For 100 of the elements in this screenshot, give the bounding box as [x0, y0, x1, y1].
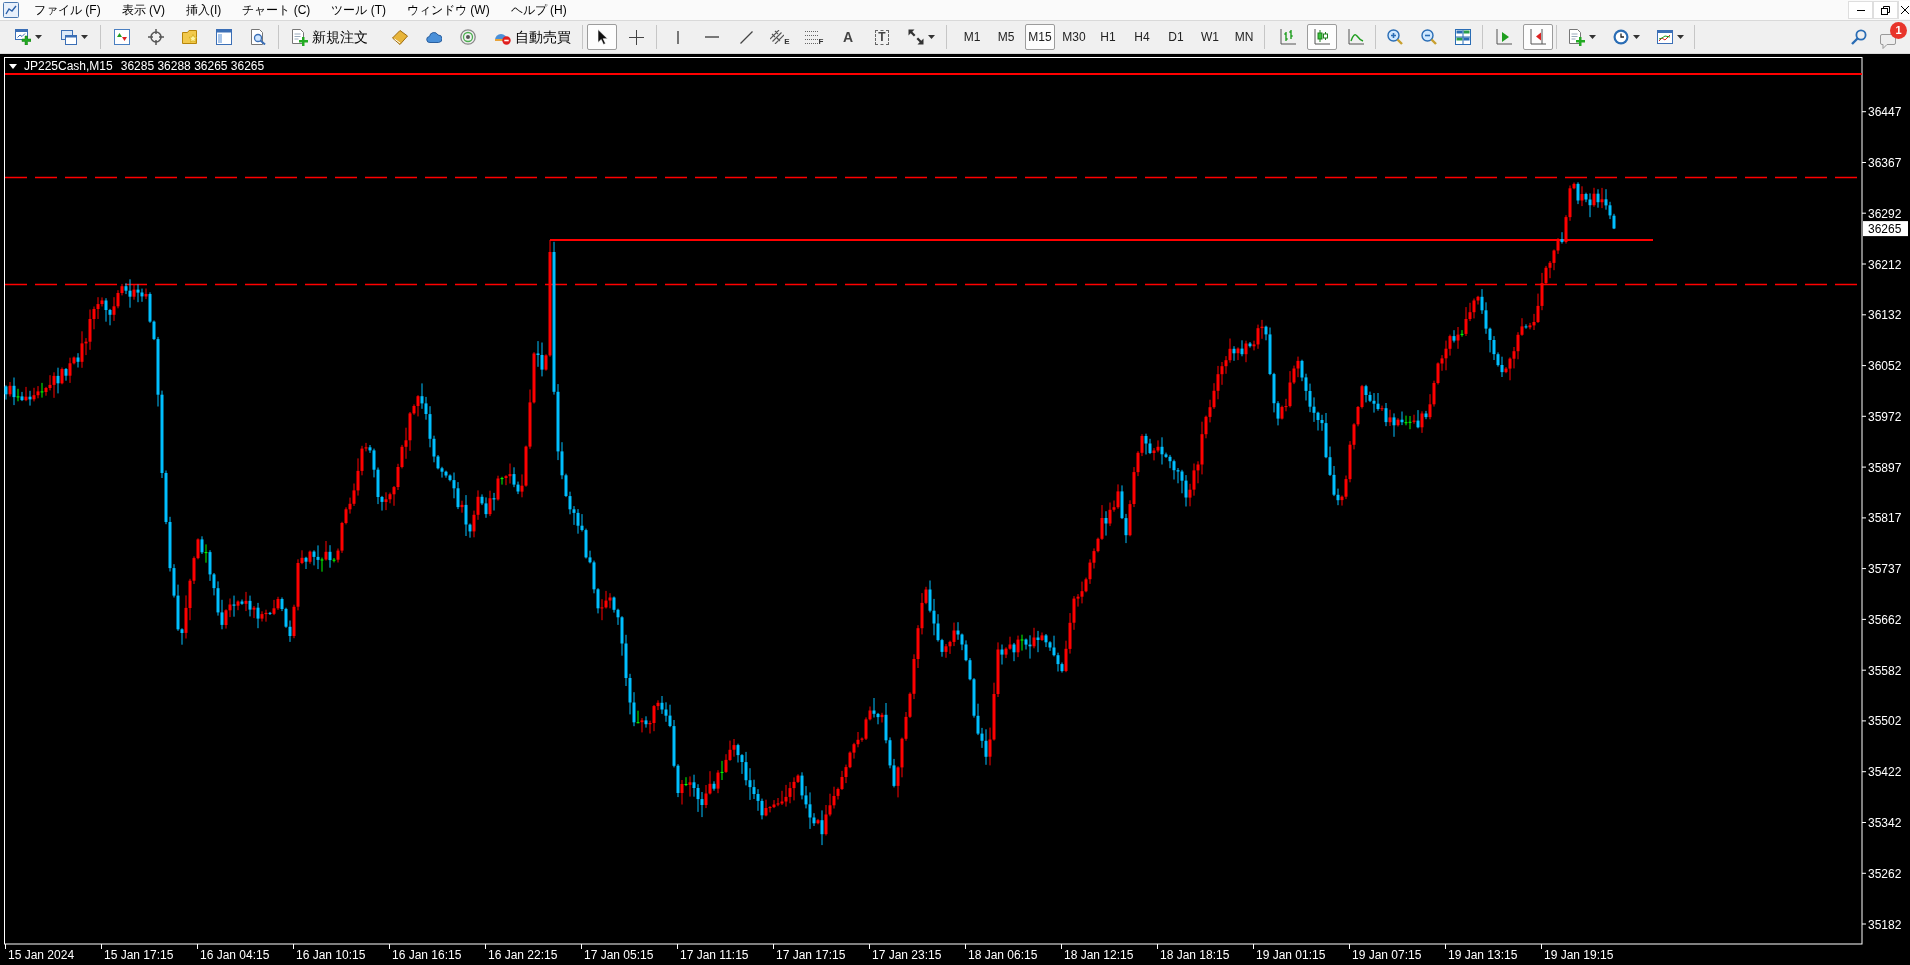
price-axis-label: 35972 — [1868, 409, 1902, 424]
new-order-button[interactable]: 新規注文 — [285, 24, 375, 50]
menu-item[interactable]: ファイル (F) — [25, 0, 110, 20]
menu-item[interactable]: 表示 (V) — [112, 0, 174, 20]
axis-tick — [773, 943, 774, 950]
price-axis-label: 36052 — [1868, 359, 1902, 374]
window-icon — [216, 29, 232, 45]
axis-tick — [1861, 212, 1867, 214]
axis-tick — [1445, 943, 1446, 950]
concentric-circles-icon — [460, 29, 476, 45]
price-axis-label: 35662 — [1868, 612, 1902, 627]
timeframe-button[interactable]: M1 — [957, 24, 987, 50]
cursor-icon — [596, 29, 608, 45]
axis-tick — [1541, 943, 1542, 950]
chart-symbol: JP225Cash,M15 — [24, 59, 113, 73]
axis-tick — [197, 943, 198, 950]
price-axis-label: 35737 — [1868, 562, 1902, 577]
chart-shift-button[interactable] — [1523, 24, 1553, 50]
restore-button[interactable] — [1873, 1, 1898, 19]
axis-tick — [1861, 162, 1867, 163]
caret-icon — [9, 63, 17, 69]
diagonal-line-icon — [739, 30, 753, 44]
time-axis-label: 17 Jan 05:15 — [584, 948, 654, 962]
axis-tick — [1861, 314, 1867, 316]
magnifier-document-icon — [250, 29, 266, 45]
menu-item[interactable]: 挿入(I) — [177, 0, 231, 20]
time-axis-label: 15 Jan 2024 — [8, 948, 75, 962]
current-price-label: 36265 — [1863, 221, 1908, 237]
timeframe-button[interactable]: H1 — [1093, 24, 1123, 50]
autotrading-button[interactable]: 自動売買 — [487, 24, 578, 50]
diagonal-arrows-icon — [907, 29, 924, 45]
line-chart-icon — [1348, 29, 1364, 45]
text-label-tool[interactable]: T — [867, 24, 897, 50]
timeframe-button[interactable]: D1 — [1161, 24, 1191, 50]
cursor-tool-button[interactable] — [587, 24, 617, 50]
axis-tick — [389, 943, 390, 950]
caret-icon — [1676, 35, 1684, 39]
axis-tick — [1861, 669, 1867, 671]
axis-tick — [1349, 943, 1350, 950]
time-axis-label: 16 Jan 04:15 — [200, 948, 270, 962]
target-icon — [148, 29, 164, 45]
timeframe-button[interactable]: H4 — [1127, 24, 1157, 50]
close-button[interactable] — [1898, 1, 1910, 19]
time-axis-label: 17 Jan 17:15 — [776, 948, 846, 962]
menu-item[interactable]: ウィンドウ (W) — [398, 0, 499, 20]
candlestick-icon — [1314, 29, 1330, 45]
time-axis-label: 17 Jan 11:15 — [680, 948, 749, 962]
text-tool[interactable]: A — [833, 24, 863, 50]
parallel-lines-icon — [770, 30, 785, 44]
menu-item[interactable]: チャート (C) — [233, 0, 320, 20]
price-axis-label: 36132 — [1868, 308, 1902, 323]
axis-tick — [965, 943, 966, 950]
fibonacci-tool[interactable]: F — [799, 24, 829, 50]
timeframe-button[interactable]: M15 — [1025, 24, 1055, 50]
axis-tick — [677, 943, 678, 950]
horizontal-line-icon — [705, 36, 719, 38]
price-axis-label: 36367 — [1868, 156, 1902, 170]
axis-tick — [1861, 415, 1867, 417]
price-axis-label: 35342 — [1868, 816, 1902, 830]
menu-item[interactable]: ヘルプ (H) — [501, 0, 576, 20]
price-axis-label: 35262 — [1868, 866, 1902, 881]
axis-tick — [1861, 517, 1867, 519]
axis-tick — [1861, 618, 1867, 620]
dotted-lines-icon — [804, 30, 819, 44]
minimize-icon — [1856, 9, 1865, 11]
time-axis-label: 19 Jan 01:15 — [1256, 948, 1326, 962]
document-plus-icon — [1568, 28, 1585, 46]
axis-triangle-icon — [1496, 29, 1512, 45]
zoom-in-icon — [1387, 29, 1403, 45]
time-axis-label: 18 Jan 06:15 — [968, 948, 1038, 962]
timeframe-button[interactable]: M30 — [1059, 24, 1089, 50]
caret-icon — [1588, 35, 1596, 39]
time-axis-label: 18 Jan 18:15 — [1160, 948, 1230, 962]
axis-tick — [581, 943, 582, 950]
time-axis-label: 15 Jan 17:15 — [104, 948, 174, 962]
time-axis-label: 16 Jan 10:15 — [296, 948, 366, 962]
crosshair-icon — [628, 29, 644, 45]
time-axis-label: 19 Jan 07:15 — [1352, 948, 1422, 962]
candlestick-chart-button[interactable] — [1307, 24, 1337, 50]
channel-tool[interactable]: E — [765, 24, 795, 50]
caret-icon — [80, 35, 88, 39]
axis-tick — [5, 943, 6, 950]
search-icon — [1851, 29, 1867, 45]
menu-item[interactable]: ツール (T) — [322, 0, 395, 20]
axis-tick — [1861, 466, 1867, 468]
axis-arrow-icon — [1530, 29, 1546, 45]
axis-tick — [1861, 263, 1867, 265]
caret-icon — [927, 35, 935, 39]
axis-tick — [1861, 365, 1867, 367]
timeframe-button[interactable]: M5 — [991, 24, 1021, 50]
clock-icon — [1612, 29, 1629, 45]
timeframe-button[interactable]: W1 — [1195, 24, 1225, 50]
axis-tick — [1861, 720, 1867, 722]
time-axis-label: 18 Jan 12:15 — [1064, 948, 1134, 962]
axis-tick — [485, 943, 486, 950]
time-axis-label: 16 Jan 16:15 — [392, 948, 462, 962]
chart-plus-icon — [14, 29, 31, 45]
price-axis-label: 35897 — [1868, 460, 1902, 475]
axis-tick — [1861, 111, 1867, 113]
timeframe-button[interactable]: MN — [1229, 24, 1259, 50]
